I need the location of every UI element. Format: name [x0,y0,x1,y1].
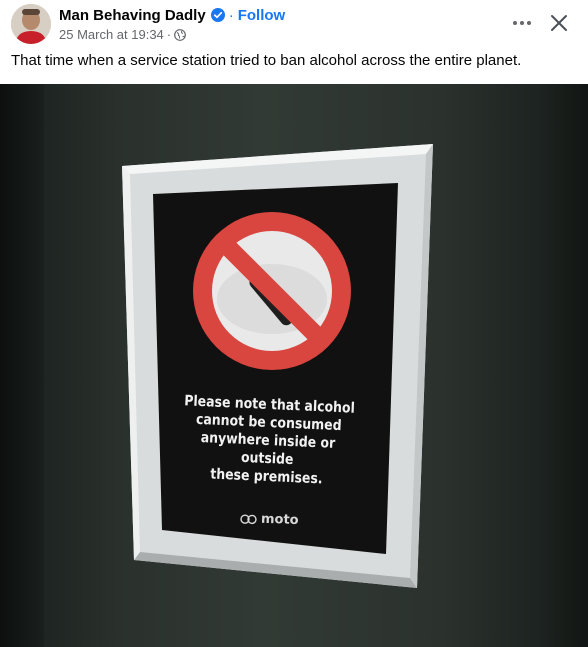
post-header: Man Behaving Dadly · Follow 25 March at … [0,0,588,50]
post-timestamp[interactable]: 25 March at 19:34 [59,27,164,42]
separator-dot: · [228,6,234,24]
post-caption: That time when a service station tried t… [11,52,522,69]
moto-logo: moto [240,511,299,528]
more-options-icon [513,21,531,25]
more-options-button[interactable] [506,12,538,34]
author-name[interactable]: Man Behaving Dadly [59,7,206,24]
sign-frame-illustration [122,144,433,588]
close-button[interactable] [546,10,572,36]
moto-brand-text: moto [260,511,299,529]
meta-separator-dot: · [166,27,172,42]
globe-icon [174,28,187,41]
close-icon [551,15,567,31]
post-photo[interactable]: Please note that alcohol cannot be consu… [0,84,588,647]
author-avatar[interactable] [11,4,51,44]
follow-button[interactable]: Follow [238,7,286,24]
verified-badge-icon [210,8,225,22]
moto-logo-icon [240,513,257,524]
sign-notice-text: Please note that alcohol cannot be consu… [180,392,356,489]
